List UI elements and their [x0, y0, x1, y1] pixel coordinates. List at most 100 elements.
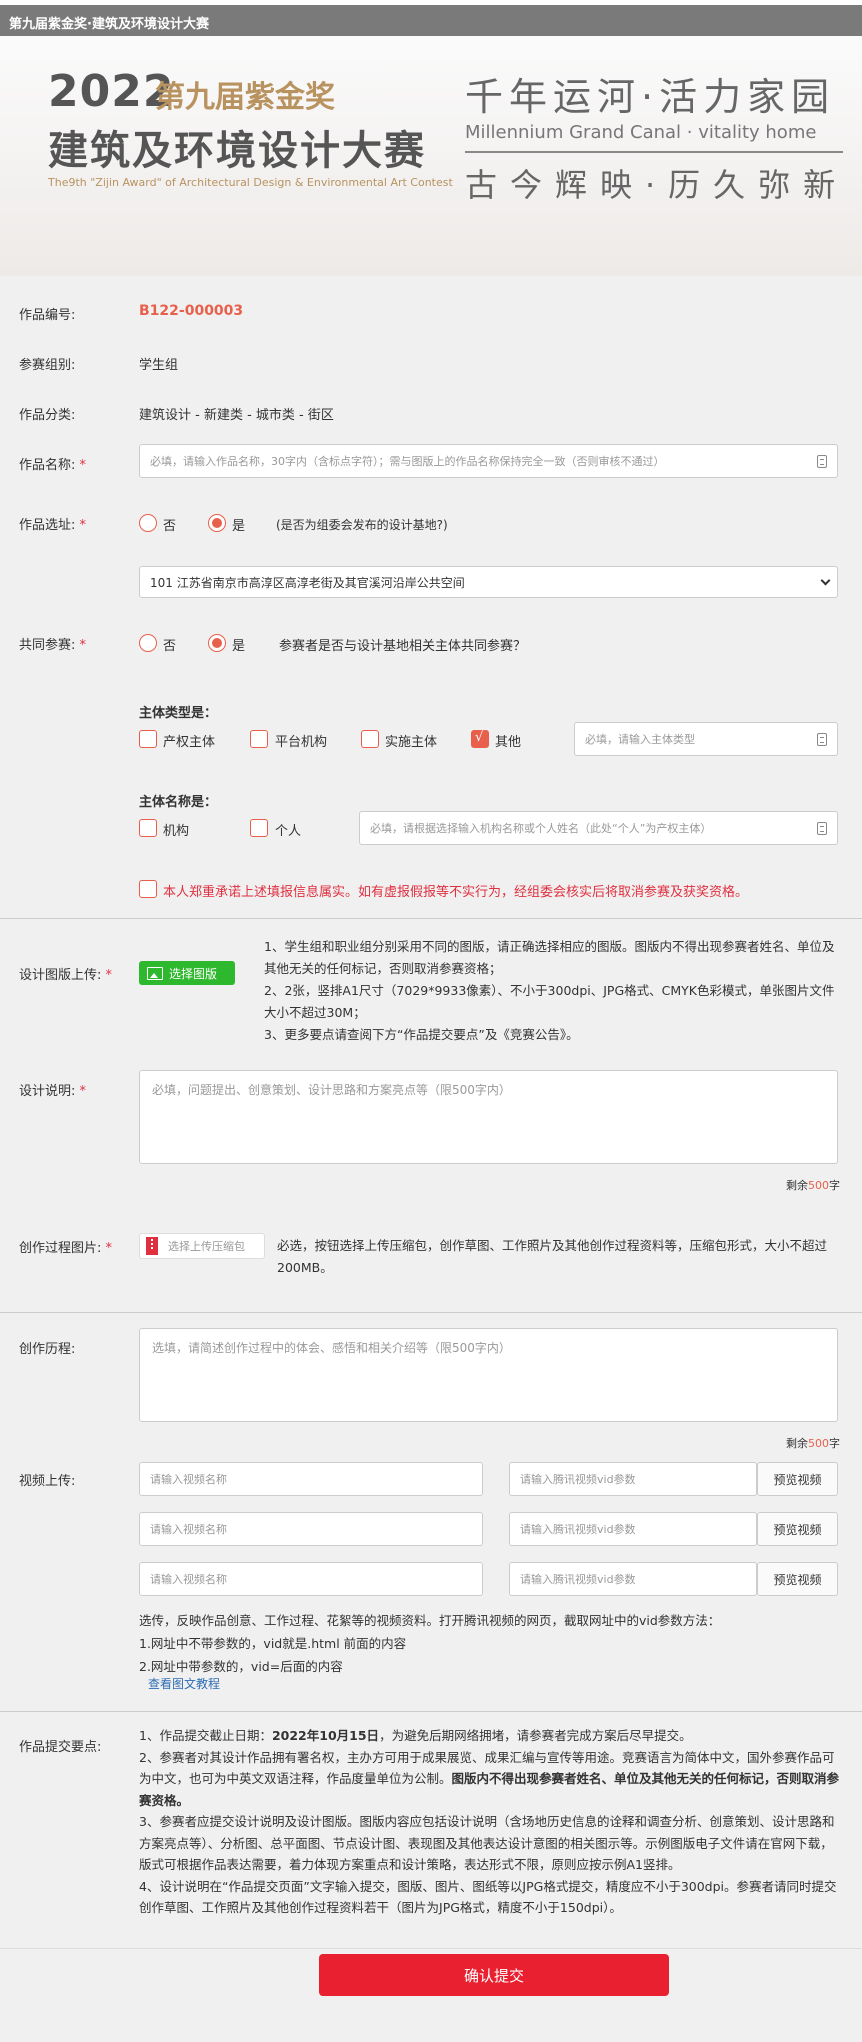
- upload-rule-3: 3、更多要点请查阅下方“作品提交要点”及《竞赛公告》。: [264, 1027, 579, 1042]
- select-board-button[interactable]: 选择图版: [139, 961, 235, 985]
- contest-banner: 2022 第九届紫金奖 建筑及环境设计大赛 The9th "Zijin Awar…: [0, 36, 862, 276]
- site-hint: (是否为组委会发布的设计基地?): [276, 518, 448, 532]
- entity-name-placeholder: 必填，请根据选择输入机构名称或个人姓名（此处“个人”为产权主体）: [370, 822, 712, 835]
- site-radio-yes[interactable]: [208, 514, 226, 532]
- design-desc-textarea[interactable]: 必填，问题提出、创意策划、设计思路和方案亮点等（限500字内）: [139, 1070, 838, 1164]
- entity-name-option-1: 个人: [275, 824, 302, 839]
- co-entry-radio-no[interactable]: [139, 634, 157, 652]
- upload-zip-button[interactable]: 选择上传压缩包: [139, 1233, 265, 1259]
- video-name-input-1[interactable]: 请输入视频名称: [139, 1462, 483, 1496]
- upload-board-rules: 1、学生组和职业组分别采用不同的图版，请正确选择相应的图版。图版内不得出现参赛者…: [264, 936, 844, 1046]
- entity-name-checkbox-0[interactable]: [139, 819, 157, 837]
- process-history-placeholder: 选填，请简述创作过程中的体会、感悟和相关介绍等（限500字内）: [152, 1341, 511, 1355]
- entity-type-checkbox-2[interactable]: [361, 730, 379, 748]
- co-entry-hint: 参赛者是否与设计基地相关主体共同参赛？: [279, 639, 527, 654]
- site-select-value: 101 江苏省南京市高淳区高淳老街及其官溪河沿岸公共空间: [150, 575, 465, 590]
- keyboard-icon: [817, 732, 827, 746]
- entity-name-checkbox-1[interactable]: [250, 819, 268, 837]
- section-divider: [0, 1711, 862, 1712]
- entity-type-input[interactable]: 必填，请输入主体类型: [574, 722, 838, 756]
- work-no-label: 作品编号:: [19, 308, 76, 323]
- entity-type-option-0: 产权主体: [163, 735, 216, 750]
- video-note-1: 选传，反映作品创意、工作过程、花絮等的视频资料。打开腾讯视频的网页，截取网址中的…: [139, 1613, 721, 1628]
- confirm-submit-button[interactable]: 确认提交: [319, 1954, 669, 1996]
- submission-points-label: 作品提交要点:: [19, 1740, 102, 1755]
- category-value: 建筑设计 - 新建类 - 城市类 - 街区: [139, 408, 334, 423]
- top-bar: 第九届紫金奖·建筑及环境设计大赛: [0, 0, 862, 36]
- banner-slogan-en: Millennium Grand Canal · vitality home: [465, 122, 817, 143]
- process-images-note: 必选，按钮选择上传压缩包，创作草图、工作照片及其他创作过程资料等，压缩包形式，大…: [277, 1238, 828, 1275]
- entity-type-option-1: 平台机构: [275, 735, 328, 750]
- site-radio-yes-label: 是: [232, 519, 246, 534]
- group-label: 参赛组别:: [19, 358, 76, 373]
- banner-slogan: 千年运河·活力家园: [465, 75, 836, 119]
- entity-type-checkbox-3[interactable]: [471, 730, 489, 748]
- preview-video-button-2[interactable]: 预览视频: [757, 1512, 838, 1546]
- site-label: 作品选址: *: [19, 518, 87, 533]
- entity-type-option-3: 其他: [495, 735, 522, 750]
- pledge-checkbox[interactable]: [139, 880, 157, 898]
- submission-point-4: 4、设计说明在“作品提交页面”文字输入提交，图版、图片、图纸等以JPG格式提交，…: [139, 1878, 837, 1916]
- process-history-label: 创作历程:: [19, 1342, 76, 1357]
- banner-english-title: The9th "Zijin Award" of Architectural De…: [48, 176, 453, 189]
- process-history-textarea[interactable]: 选填，请简述创作过程中的体会、感悟和相关介绍等（限500字内）: [139, 1328, 838, 1422]
- entity-type-placeholder: 必填，请输入主体类型: [585, 733, 695, 746]
- video-vid-input-2[interactable]: 请输入腾讯视频vid参数: [509, 1512, 757, 1546]
- submission-point-1: 1、作品提交截止日期：2022年10月15日，为避免后期网络拥堵，请参赛者完成方…: [139, 1728, 692, 1743]
- design-desc-placeholder: 必填，问题提出、创意策划、设计思路和方案亮点等（限500字内）: [152, 1083, 511, 1097]
- design-desc-remaining: 剩余500字: [786, 1179, 840, 1192]
- site-radio-no-label: 否: [163, 519, 177, 534]
- video-vid-input-3[interactable]: 请输入腾讯视频vid参数: [509, 1562, 757, 1596]
- banner-divider: [465, 151, 843, 153]
- tutorial-link[interactable]: 查看图文教程: [148, 1675, 220, 1692]
- submission-points-text: 1、作品提交截止日期：2022年10月15日，为避免后期网络拥堵，请参赛者完成方…: [139, 1725, 845, 1919]
- work-no-value: B122-000003: [139, 303, 244, 319]
- group-value: 学生组: [139, 358, 179, 373]
- entity-type-heading: 主体类型是：: [139, 706, 218, 721]
- zip-file-icon: [146, 1237, 158, 1255]
- section-divider: [0, 1948, 862, 1949]
- entity-name-heading: 主体名称是：: [139, 795, 218, 810]
- co-entry-radio-no-label: 否: [163, 639, 177, 654]
- video-name-input-2[interactable]: 请输入视频名称: [139, 1512, 483, 1546]
- design-desc-label: 设计说明: *: [19, 1084, 87, 1099]
- chevron-down-icon: [820, 575, 831, 586]
- video-name-input-3[interactable]: 请输入视频名称: [139, 1562, 483, 1596]
- upload-rule-1: 1、学生组和职业组分别采用不同的图版，请正确选择相应的图版。图版内不得出现参赛者…: [264, 939, 835, 976]
- image-icon: [147, 966, 163, 980]
- top-bar-title: 第九届紫金奖·建筑及环境设计大赛: [9, 17, 209, 32]
- entity-name-input[interactable]: 必填，请根据选择输入机构名称或个人姓名（此处“个人”为产权主体）: [359, 811, 838, 845]
- work-name-input[interactable]: 必填，请输入作品名称，30字内（含标点字符）；需与图版上的作品名称保持完全一致（…: [139, 444, 838, 478]
- video-label: 视频上传:: [19, 1474, 76, 1489]
- submission-point-2: 2、参赛者对其设计作品拥有署名权，主办方可用于成果展览、成果汇编与宣传等用途。竞…: [139, 1749, 840, 1808]
- entity-type-checkbox-1[interactable]: [250, 730, 268, 748]
- section-divider: [0, 1312, 862, 1313]
- co-entry-label: 共同参赛: *: [19, 638, 87, 653]
- video-note-3: 2.网址中带参数的，vid=后面的内容: [139, 1659, 343, 1674]
- category-label: 作品分类:: [19, 408, 76, 423]
- video-note-2: 1.网址中不带参数的，vid就是.html 前面的内容: [139, 1636, 407, 1651]
- banner-slogan2: 古今辉映·历久弥新: [465, 166, 849, 204]
- process-history-remaining: 剩余500字: [786, 1437, 840, 1450]
- video-vid-input-1[interactable]: 请输入腾讯视频vid参数: [509, 1462, 757, 1496]
- entity-name-option-0: 机构: [163, 824, 190, 839]
- keyboard-icon: [817, 821, 827, 835]
- entity-type-checkbox-0[interactable]: [139, 730, 157, 748]
- work-name-placeholder: 必填，请输入作品名称，30字内（含标点字符）；需与图版上的作品名称保持完全一致（…: [150, 455, 665, 468]
- site-radio-no[interactable]: [139, 514, 157, 532]
- process-images-label: 创作过程图片: *: [19, 1241, 113, 1256]
- work-name-label: 作品名称: *: [19, 458, 87, 473]
- upload-rule-2: 2、2张，竖排A1尺寸（7029*9933像素）、不小于300dpi、JPG格式…: [264, 983, 835, 1020]
- co-entry-radio-yes[interactable]: [208, 634, 226, 652]
- co-entry-radio-yes-label: 是: [232, 639, 246, 654]
- site-select[interactable]: 101 江苏省南京市高淳区高淳老街及其官溪河沿岸公共空间: [139, 566, 838, 598]
- submission-point-3: 3、参赛者应提交设计说明及设计图版。图版内容应包括设计说明（含场地历史信息的诠释…: [139, 1814, 835, 1872]
- keyboard-icon: [817, 454, 827, 468]
- upload-board-label: 设计图版上传: *: [19, 968, 113, 983]
- preview-video-button-1[interactable]: 预览视频: [757, 1462, 838, 1496]
- pledge-text: 本人郑重承诺上述填报信息属实。如有虚报假报等不实行为，经组委会核实后将取消参赛及…: [163, 885, 749, 900]
- section-divider: [0, 918, 862, 919]
- banner-main-title: 建筑及环境设计大赛: [48, 128, 426, 174]
- entity-type-option-2: 实施主体: [385, 735, 438, 750]
- preview-video-button-3[interactable]: 预览视频: [757, 1562, 838, 1596]
